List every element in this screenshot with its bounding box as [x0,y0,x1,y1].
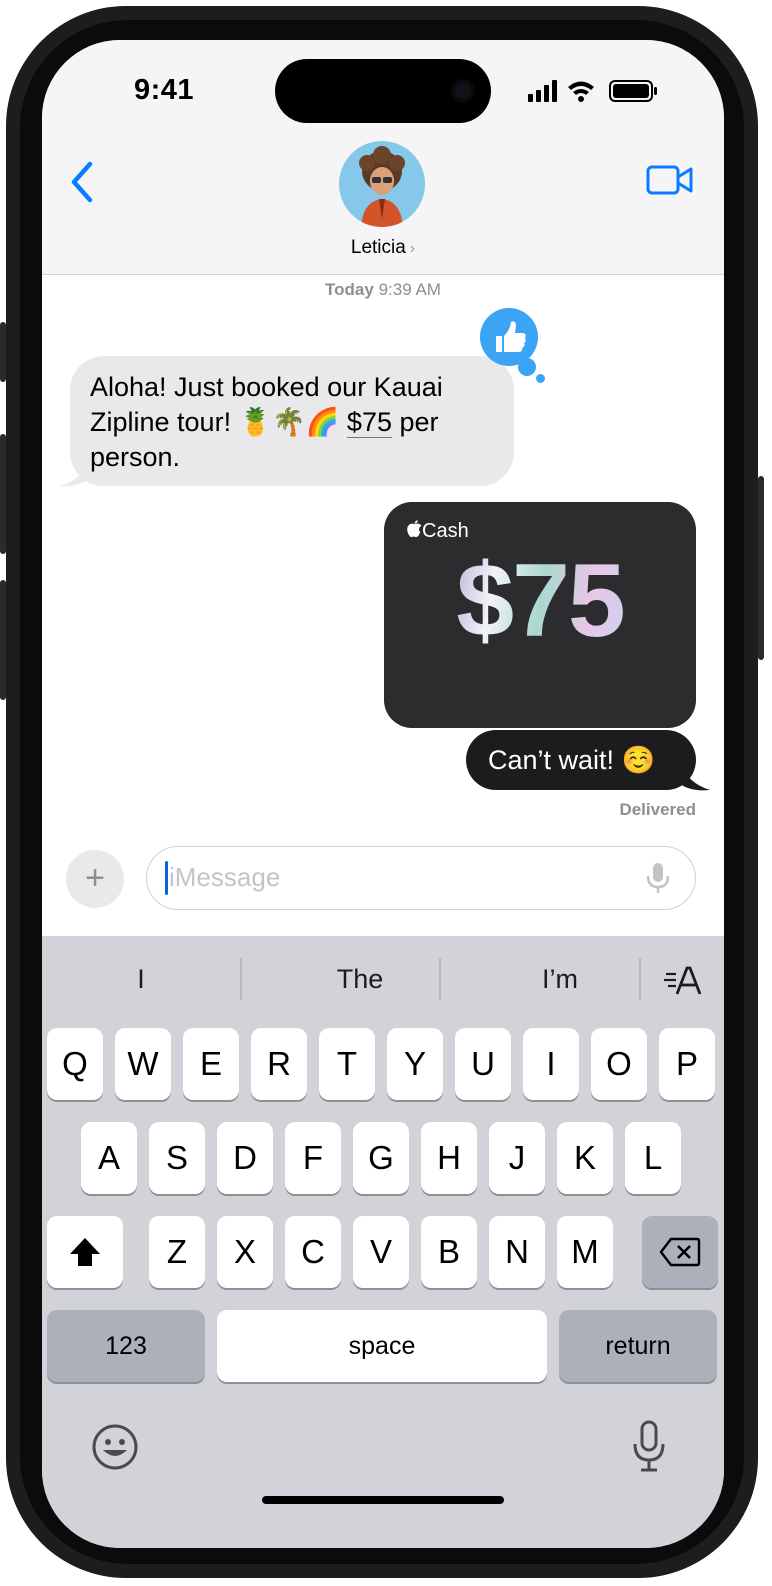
avatar[interactable] [339,141,425,227]
key-a[interactable]: A [81,1122,137,1194]
contact-name[interactable]: Leticia › [42,237,724,259]
incoming-line-1: Aloha! Just booked our Kauai [90,372,443,402]
text-caret [165,861,168,895]
key-o[interactable]: O [591,1028,647,1100]
prediction-divider [439,958,441,1000]
dynamic-island [275,59,491,123]
keyboard: I The I’m Q W E R T Y U I O P A S D F G … [42,936,724,1548]
battery-icon [609,80,657,102]
shift-key[interactable] [47,1216,123,1288]
space-key[interactable]: space [217,1310,547,1382]
prediction-3[interactable]: I’m [482,964,638,995]
key-y[interactable]: Y [387,1028,443,1100]
home-indicator[interactable] [262,1496,504,1504]
incoming-line-3: person. [90,442,181,472]
key-i[interactable]: I [523,1028,579,1100]
status-icons [528,78,678,104]
key-v[interactable]: V [353,1216,409,1288]
message-input[interactable]: iMessage [146,846,696,910]
key-b[interactable]: B [421,1216,477,1288]
volume-down-button [0,580,6,700]
key-d[interactable]: D [217,1122,273,1194]
key-u[interactable]: U [455,1028,511,1100]
incoming-line-2-end: per [391,407,439,437]
back-chevron-icon[interactable] [64,160,104,204]
cellular-signal-icon [528,80,557,102]
thumbs-up-icon[interactable] [480,308,538,366]
key-j[interactable]: J [489,1122,545,1194]
key-q[interactable]: Q [47,1028,103,1100]
key-p[interactable]: P [659,1028,715,1100]
key-c[interactable]: C [285,1216,341,1288]
key-n[interactable]: N [489,1216,545,1288]
tapback-dot [536,374,545,383]
wifi-icon [568,81,594,102]
key-h[interactable]: H [421,1122,477,1194]
apple-cash-card[interactable]: Cash $75 [384,502,696,728]
return-key[interactable]: return [559,1310,717,1382]
front-camera-icon [451,79,475,103]
predictive-bar: I The I’m [42,936,724,1024]
outgoing-message-bubble[interactable]: Can’t wait! ☺️ [466,730,696,790]
timestamp-time: 9:39 AM [378,280,441,299]
delivered-status: Delivered [619,800,696,819]
action-button [0,322,6,382]
incoming-line-2: Zipline tour! 🍍🌴🌈 [90,407,347,437]
delete-icon [659,1237,701,1267]
shift-icon [70,1238,100,1266]
prediction-1[interactable]: I [82,964,200,995]
key-l[interactable]: L [625,1122,681,1194]
status-bar: 9:41 [42,40,724,140]
amount-link[interactable]: $75 [346,407,392,438]
prediction-divider [240,958,242,1000]
screen: Leticia › 9:41 Today 9:39 AM Aloha! Just … [42,40,724,1548]
prediction-2[interactable]: The [282,964,438,995]
key-m[interactable]: M [557,1216,613,1288]
plus-icon: + [85,859,105,897]
microphone-icon[interactable] [643,861,673,895]
delete-key[interactable] [642,1216,718,1288]
key-s[interactable]: S [149,1122,205,1194]
key-k[interactable]: K [557,1122,613,1194]
key-x[interactable]: X [217,1216,273,1288]
emoji-icon[interactable] [90,1422,140,1472]
cash-brand: Cash [406,520,469,543]
side-button [758,476,764,660]
key-r[interactable]: R [251,1028,307,1100]
cash-brand-label: Cash [422,520,469,542]
dictation-icon[interactable] [632,1420,666,1474]
video-camera-icon[interactable] [646,164,694,196]
incoming-message-bubble[interactable]: Aloha! Just booked our Kauai Zipline tou… [70,356,514,486]
numbers-key[interactable]: 123 [47,1310,205,1382]
key-e[interactable]: E [183,1028,239,1100]
message-placeholder: iMessage [169,862,281,892]
volume-up-button [0,434,6,554]
chevron-right-icon: › [409,240,416,257]
key-w[interactable]: W [115,1028,171,1100]
format-text-icon[interactable] [662,964,702,998]
key-g[interactable]: G [353,1122,409,1194]
key-z[interactable]: Z [149,1216,205,1288]
status-time: 9:41 [134,74,195,106]
message-timestamp: Today 9:39 AM [42,280,724,300]
key-t[interactable]: T [319,1028,375,1100]
key-f[interactable]: F [285,1122,341,1194]
incoming-message-text: Aloha! Just booked our Kauai Zipline tou… [90,370,500,475]
cash-amount: $75 [384,542,696,661]
outgoing-message-text: Can’t wait! ☺️ [488,745,656,775]
prediction-divider [639,958,641,1000]
add-attachment-button[interactable]: + [66,850,124,908]
apple-logo-icon [407,520,422,537]
timestamp-day: Today [325,280,374,299]
contact-name-label: Leticia [350,237,406,258]
